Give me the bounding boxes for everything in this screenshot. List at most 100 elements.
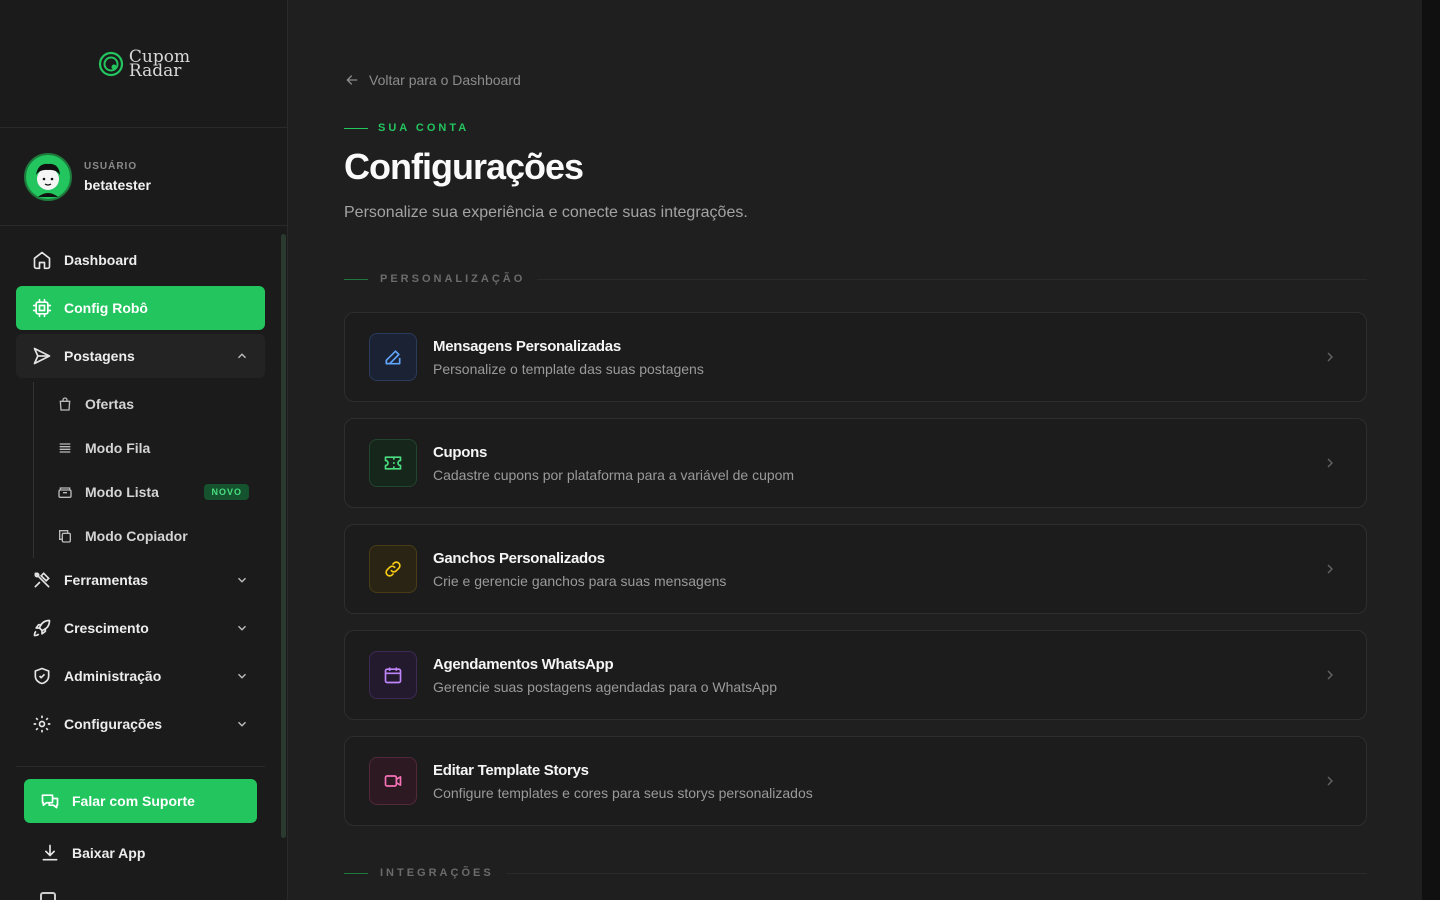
shield-check-icon [34, 667, 50, 685]
chevron-right-icon [1327, 458, 1333, 468]
sidebar-divider [16, 766, 265, 767]
sub-label: Modo Copiador [85, 528, 188, 544]
nav-item-configuracoes[interactable]: Configurações [16, 702, 265, 746]
gear-icon [33, 715, 51, 733]
archive-icon [58, 487, 72, 498]
card-ganchos-personalizados[interactable]: Ganchos Personalizados Crie e gerencie g… [344, 524, 1367, 614]
card-cupons[interactable]: Cupons Cadastre cupons por plataforma pa… [344, 418, 1367, 508]
avatar [24, 152, 72, 201]
ticket-icon [384, 456, 402, 470]
video-icon [384, 775, 402, 787]
nav-item-config-robo[interactable]: Config Robô [16, 286, 265, 330]
card-title: Ganchos Personalizados [433, 549, 605, 567]
section-rule [505, 872, 1367, 874]
sidebar-scrollbar[interactable] [281, 234, 286, 838]
sub-item-modo-lista[interactable]: Modo Lista NOVO [42, 470, 265, 514]
nav-label: Dashboard [64, 252, 138, 268]
back-to-dashboard-link[interactable]: Voltar para o Dashboard [344, 72, 521, 88]
sidebar: Cupom Radar USUÁRIO betatester Dashboard [0, 0, 288, 900]
chevron-down-icon[interactable] [235, 669, 249, 683]
chevron-right-icon [1327, 564, 1333, 574]
shopping-bag-icon [59, 397, 71, 411]
cpu-icon [32, 298, 52, 318]
cropped-nav-icon[interactable] [40, 892, 56, 900]
card-title: Cupons [433, 443, 488, 461]
support-label: Falar com Suporte [72, 793, 195, 809]
nav-label: Crescimento [64, 620, 149, 636]
logo-area: Cupom Radar [0, 0, 287, 128]
card-title: Editar Template Storys [433, 761, 589, 779]
card-mensagens-personalizadas[interactable]: Mensagens Personalizadas Personalize o t… [344, 312, 1367, 402]
card-icon-box [369, 757, 417, 805]
chevron-down-icon[interactable] [235, 573, 249, 587]
download-label: Baixar App [72, 845, 146, 861]
copy-icon [59, 530, 71, 543]
arrow-left-icon [346, 75, 358, 85]
section-rule [537, 278, 1367, 280]
brand-logo[interactable]: Cupom Radar [97, 48, 190, 81]
link-icon [385, 561, 401, 577]
section-integracoes: INTEGRAÇÕES [344, 867, 1367, 879]
brand-name-line2: Radar [128, 60, 182, 81]
user-profile[interactable]: USUÁRIO betatester [0, 128, 287, 226]
chat-icon [41, 794, 59, 809]
nav-item-postagens[interactable]: Postagens [16, 334, 265, 378]
edit-icon [385, 350, 401, 365]
postagens-submenu: Ofertas Modo Fila Modo Lista NOVO Modo C… [33, 382, 265, 558]
sub-item-ofertas[interactable]: Ofertas [42, 382, 265, 426]
nav-label: Ferramentas [64, 572, 149, 588]
card-icon-box [369, 333, 417, 381]
section-line [344, 278, 368, 280]
page-subtitle: Personalize sua experiência e conecte su… [344, 204, 748, 221]
calendar-icon [384, 667, 402, 684]
nav-item-dashboard[interactable]: Dashboard [16, 238, 265, 282]
card-title: Mensagens Personalizadas [433, 337, 621, 355]
card-icon-box [369, 651, 417, 699]
back-label: Voltar para o Dashboard [369, 72, 521, 88]
page-title: Configurações [344, 146, 584, 187]
new-badge: NOVO [204, 484, 249, 500]
eyebrow-line [344, 127, 368, 129]
section-title: INTEGRAÇÕES [380, 867, 494, 879]
tools-icon [34, 572, 50, 588]
card-description: Gerencie suas postagens agendadas para o… [433, 678, 778, 695]
chevron-right-icon [1327, 352, 1333, 362]
section-personalizacao: PERSONALIZAÇÃO [344, 273, 1367, 285]
main-nav: Dashboard Config Robô Postagens Ofertas … [16, 238, 265, 750]
nav-item-ferramentas[interactable]: Ferramentas [16, 558, 265, 602]
user-name: betatester [84, 176, 151, 193]
send-icon [33, 347, 51, 365]
nav-label: Administração [64, 668, 162, 684]
nav-label: Config Robô [64, 300, 148, 316]
card-icon-box [369, 439, 417, 487]
window-right-edge [1422, 0, 1440, 900]
chevron-right-icon [1327, 670, 1333, 680]
nav-label: Configurações [64, 716, 163, 732]
sub-label: Modo Lista [85, 484, 159, 500]
chevron-down-icon[interactable] [235, 621, 249, 635]
card-description: Cadastre cupons por plataforma para a va… [433, 466, 795, 483]
section-line [344, 872, 368, 874]
chevron-right-icon [1327, 776, 1333, 786]
nav-label: Postagens [64, 348, 135, 364]
card-title: Agendamentos WhatsApp [433, 655, 614, 673]
sub-item-modo-fila[interactable]: Modo Fila [42, 426, 265, 470]
page-eyebrow: SUA CONTA [344, 122, 469, 134]
card-description: Crie e gerencie ganchos para suas mensag… [433, 572, 727, 589]
nav-item-crescimento[interactable]: Crescimento [16, 606, 265, 650]
chevron-up-icon[interactable] [235, 349, 249, 363]
card-editar-template-storys[interactable]: Editar Template Storys Configure templat… [344, 736, 1367, 826]
sub-label: Ofertas [85, 396, 135, 412]
rocket-icon [33, 619, 51, 637]
section-title: PERSONALIZAÇÃO [380, 273, 526, 285]
eyebrow-text: SUA CONTA [378, 122, 470, 134]
chevron-down-icon[interactable] [235, 717, 249, 731]
card-agendamentos-whatsapp[interactable]: Agendamentos WhatsApp Gerencie suas post… [344, 630, 1367, 720]
support-button[interactable]: Falar com Suporte [24, 779, 257, 823]
nav-item-administracao[interactable]: Administração [16, 654, 265, 698]
avatar-face-icon [36, 163, 60, 197]
radar-logo-icon [98, 51, 123, 76]
list-icon [59, 443, 71, 453]
download-app-button[interactable]: Baixar App [24, 831, 257, 875]
sub-item-modo-copiador[interactable]: Modo Copiador [42, 514, 265, 558]
